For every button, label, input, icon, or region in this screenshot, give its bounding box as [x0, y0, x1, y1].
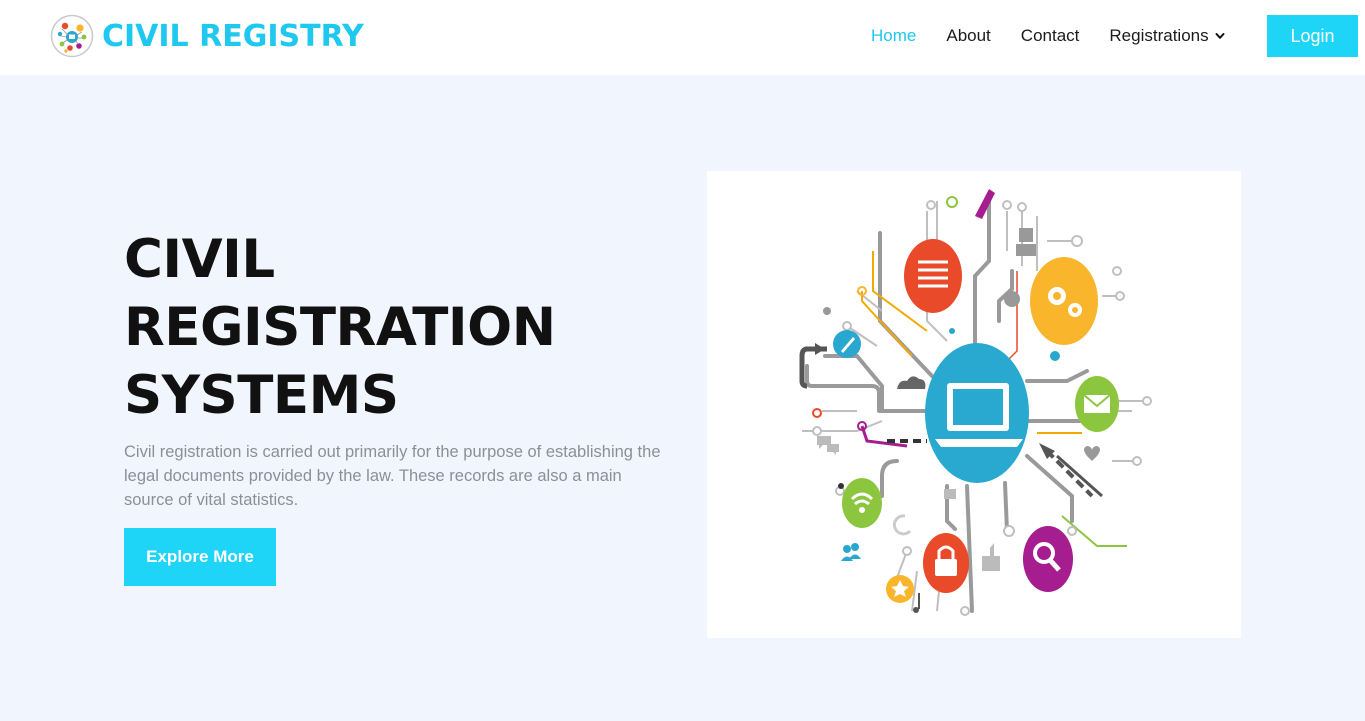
hero-description: Civil registration is carried out primar…	[124, 443, 661, 509]
hero-title-line: CIVIL	[124, 229, 275, 290]
nav-contact-link[interactable]: Contact	[1021, 26, 1080, 46]
network-logo-icon	[50, 14, 94, 58]
nav-registrations-label: Registrations	[1109, 26, 1209, 45]
brand-link[interactable]: CIVIL REGISTRY	[50, 14, 364, 58]
top-navbar: CIVIL REGISTRY Home About Contact Regist…	[0, 0, 1365, 75]
hero-title: CIVIL REGISTRATION SYSTEMS	[124, 226, 644, 430]
explore-more-button[interactable]: Explore More	[124, 528, 276, 586]
nav-registrations-dropdown[interactable]: Registrations	[1109, 26, 1225, 46]
login-button[interactable]: Login	[1267, 15, 1358, 57]
nav-home-link[interactable]: Home	[871, 26, 916, 46]
main-nav: Home About Contact Registrations	[871, 26, 1255, 46]
nav-about-link[interactable]: About	[946, 26, 990, 46]
hero-title-line: SYSTEMS	[124, 365, 399, 426]
technology-network-illustration	[799, 189, 1152, 616]
hero-title-line: REGISTRATION	[124, 297, 556, 358]
brand-name: CIVIL REGISTRY	[102, 18, 364, 54]
hero-illustration	[707, 171, 1241, 638]
chevron-down-icon	[1215, 33, 1225, 39]
